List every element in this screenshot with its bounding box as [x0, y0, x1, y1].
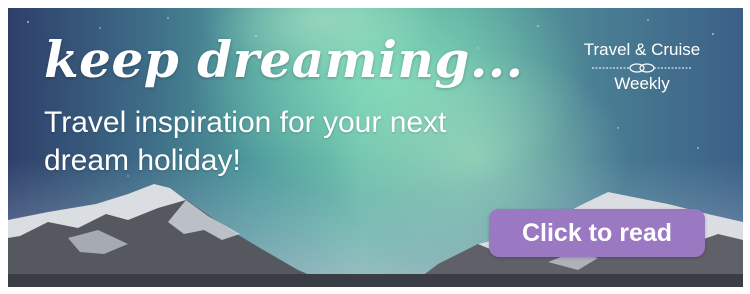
brand-logo: Travel & Cruise Weekly	[564, 40, 720, 94]
logo-line-2: Weekly	[614, 74, 670, 93]
click-to-read-button[interactable]: Click to read	[489, 209, 705, 257]
rope-knot-icon	[592, 63, 692, 73]
headline: keep dreaming...	[44, 30, 524, 89]
tagline: Travel inspiration for your next dream h…	[44, 106, 447, 177]
logo-line-1: Travel & Cruise	[583, 40, 701, 59]
ad-banner[interactable]: keep dreaming... Travel inspiration for …	[8, 8, 743, 287]
